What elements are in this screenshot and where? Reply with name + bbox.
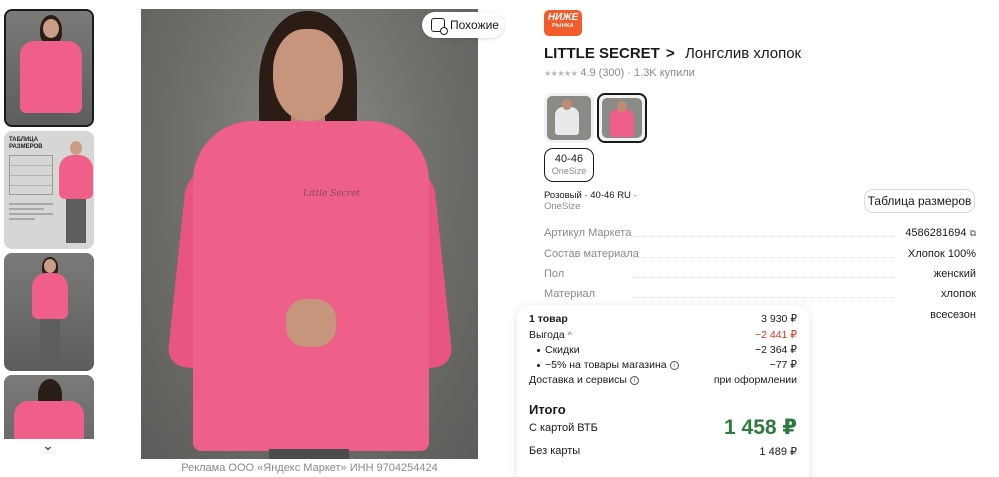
similar-button-label: Похожие (450, 18, 499, 32)
no-card-price: 1 489 ₽ (759, 446, 797, 458)
spec-row-article: Артикул Маркета 4586281694 ⧉ (544, 227, 976, 239)
size-table-button[interactable]: Таблица размеров (864, 189, 975, 213)
spec-row-gender: Пол женский (544, 268, 976, 280)
size-chart-thumb-title: ТАБЛИЦА РАЗМЕРОВ (9, 137, 43, 150)
below-market-badge: НИЖЕ РЫНКА (544, 10, 582, 36)
thumbnail-column: ТАБЛИЦА РАЗМЕРОВ (4, 9, 94, 439)
vtb-card-price: 1 458 ₽ (724, 416, 797, 439)
reviews-count: (300) (598, 67, 625, 79)
bought-count: 1.3K купили (634, 67, 695, 79)
chevron-down-icon[interactable]: ⌄ (38, 437, 58, 457)
shirt-print-text: Little Secret (303, 189, 360, 199)
color-option-white[interactable] (544, 93, 594, 143)
rating-row[interactable]: ★★★★★ 4.9 (300) · 1.3K купили (544, 67, 695, 79)
product-name: Лонгслив хлопок (684, 45, 802, 62)
star-rating-icon: ★★★★★ (544, 68, 578, 78)
price-card: 1 товар 3 930 ₽ Выгода ^ −2 441 ₽ Скидки… (517, 305, 809, 477)
chevron-up-icon: ^ (567, 330, 572, 340)
no-card-label: Без карты (529, 445, 581, 457)
info-icon[interactable]: i (669, 360, 679, 370)
chevron-right-icon: > (666, 45, 675, 62)
spec-row-composition: Состав материала Хлопок 100% (544, 248, 976, 260)
copy-icon[interactable]: ⧉ (970, 228, 976, 238)
brand-link[interactable]: LITTLE SECRET (544, 45, 660, 62)
ad-disclaimer: Реклама ООО «Яндекс Маркет» ИНН 97042544… (181, 462, 438, 474)
thumbnail-4[interactable] (4, 375, 94, 439)
thumbnail-1[interactable] (4, 9, 94, 127)
image-search-icon (431, 18, 448, 35)
selected-variant-description: Розовый · 40-46 RU · OneSize (544, 190, 637, 212)
color-option-pink[interactable] (597, 93, 647, 143)
similar-button[interactable]: Похожие (422, 12, 504, 38)
size-option[interactable]: 40-46 OneSize (544, 148, 594, 182)
thumbnail-size-chart[interactable]: ТАБЛИЦА РАЗМЕРОВ (4, 131, 94, 249)
info-icon[interactable]: i (629, 375, 639, 385)
main-product-image[interactable]: Little Secret (141, 9, 478, 459)
rating-value: 4.9 (580, 67, 596, 79)
size-chart-table (9, 155, 53, 195)
vtb-card-label: С картой ВТБ (529, 422, 598, 434)
total-label: Итого (529, 402, 566, 417)
thumbnail-3[interactable] (4, 253, 94, 371)
product-title: LITTLE SECRET > Лонгслив хлопок (544, 45, 801, 62)
